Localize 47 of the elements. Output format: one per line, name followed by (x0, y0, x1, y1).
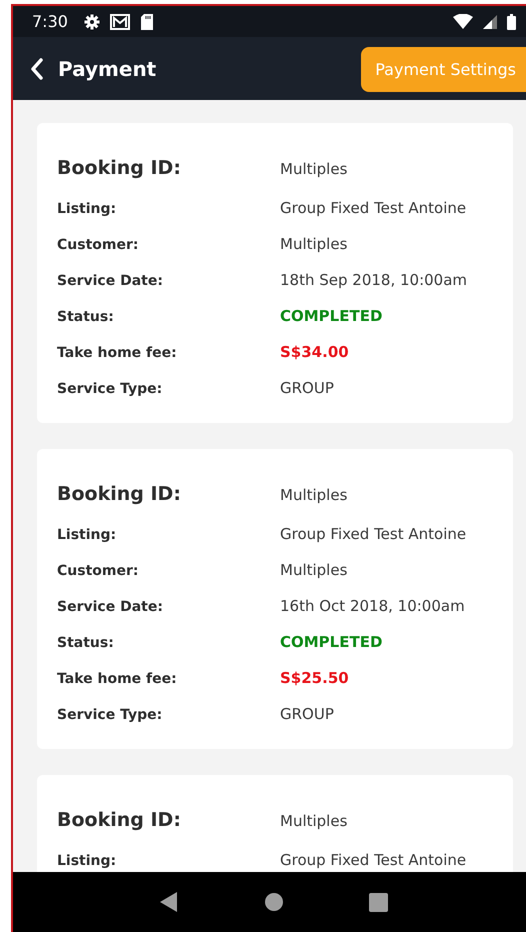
status-value: COMPLETED (280, 307, 382, 325)
field-value: Group Fixed Test Antoine (280, 851, 466, 869)
mail-icon (110, 14, 130, 30)
status-time: 7:30 (32, 12, 68, 31)
booking-card[interactable]: Booking ID: Multiples Listing: Group Fixed Test Antoine Customer: Multiples Service Date: 18th Sep 2018, 10:00am Status: COMPLETED Take home fee: S$34.00 Service Type: GROUP (37, 123, 513, 423)
back-icon[interactable] (30, 58, 44, 80)
field-label: Service Type: (57, 381, 164, 397)
field-label: Take home fee: (57, 671, 178, 687)
field-label: Customer: (57, 563, 140, 579)
field-value: Multiples (280, 561, 348, 579)
fee-value: S$34.00 (280, 343, 349, 361)
home-icon[interactable] (264, 892, 284, 912)
field-value: GROUP (280, 379, 334, 397)
field-label: Service Date: (57, 599, 164, 615)
booking-id-value: Multiples (280, 812, 348, 830)
field-value: 16th Oct 2018, 10:00am (280, 597, 465, 615)
gear-icon (84, 14, 100, 30)
status-value: COMPLETED (280, 633, 382, 651)
signal-icon (483, 14, 497, 30)
booking-id-label: Booking ID: (57, 483, 182, 505)
fee-value: S$25.50 (280, 669, 349, 687)
booking-card[interactable]: Booking ID: Multiples Listing: Group Fixed Test Antoine (37, 775, 513, 872)
booking-id-label: Booking ID: (57, 157, 182, 179)
back-icon[interactable] (159, 891, 180, 913)
booking-card[interactable]: Booking ID: Multiples Listing: Group Fixed Test Antoine Customer: Multiples Service Date: 16th Oct 2018, 10:00am Status: COMPLETED Take home fee: S$25.50 Service Type: GROUP (37, 449, 513, 749)
field-value: GROUP (280, 705, 334, 723)
field-label: Service Date: (57, 273, 164, 289)
field-label: Listing: (57, 853, 118, 869)
field-label: Listing: (57, 527, 118, 543)
booking-id-label: Booking ID: (57, 809, 182, 831)
page-title: Payment (58, 56, 156, 80)
field-label: Listing: (57, 201, 118, 217)
battery-icon (507, 14, 516, 30)
field-label: Service Type: (57, 707, 164, 723)
booking-id-value: Multiples (280, 486, 348, 504)
booking-id-value: Multiples (280, 160, 348, 178)
field-label: Status: (57, 309, 115, 325)
field-value: Group Fixed Test Antoine (280, 525, 466, 543)
field-label: Status: (57, 635, 115, 651)
field-label: Customer: (57, 237, 140, 253)
wifi-icon (453, 14, 473, 30)
field-value: 18th Sep 2018, 10:00am (280, 271, 468, 289)
field-label: Take home fee: (57, 345, 178, 361)
field-value: Group Fixed Test Antoine (280, 199, 466, 217)
field-value: Multiples (280, 235, 348, 253)
sd-card-icon (140, 14, 154, 30)
recents-icon[interactable] (368, 892, 388, 912)
